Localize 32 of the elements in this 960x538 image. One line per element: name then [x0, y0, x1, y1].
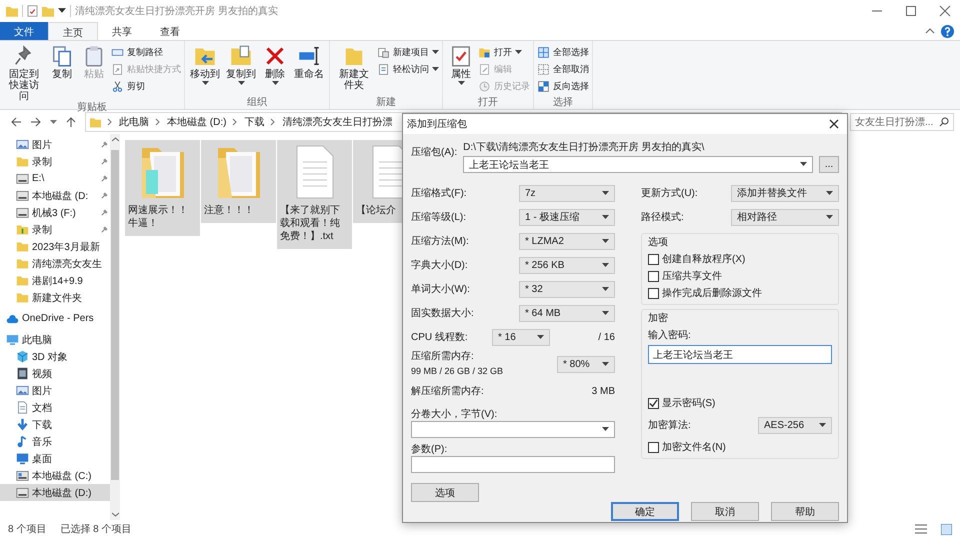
field-label: 更新方式(U): — [641, 186, 698, 200]
field-label: 输入密码: — [648, 328, 692, 342]
field-label: 压缩所需内存: — [411, 350, 475, 363]
group-label: 打开 — [477, 97, 499, 109]
field-label: 解压缩所需内存: — [411, 384, 484, 398]
group-label: 组织 — [246, 97, 268, 109]
file-name: 【来了就别下载和观看！纯免费！】.txt — [279, 204, 341, 243]
dialog-title: 添加到压缩包 — [407, 118, 467, 131]
window-title: 清纯漂亮女友生日打扮漂亮开房 男友拍的真实 — [75, 4, 278, 18]
memory-usage: 99 MB / 26 GB / 32 GB — [411, 365, 504, 378]
group-label: 新建 — [375, 97, 397, 109]
selection-count: 已选择 8 个项目 — [60, 522, 132, 536]
group-label: 选择 — [552, 97, 574, 109]
file-name: 注意！！！ — [203, 204, 255, 217]
field-label: CPU 线程数: — [411, 330, 468, 344]
field-label: 字典大小(D): — [411, 258, 468, 272]
item-count: 8 个项目 — [8, 523, 46, 536]
field-label: 压缩方法(M): — [411, 234, 469, 248]
field-label: 分卷大小，字节(V): — [411, 408, 498, 421]
group-label: 剪贴板 — [76, 102, 108, 114]
group-title: 选项 — [648, 236, 669, 249]
field-label: 参数(P): — [411, 442, 448, 456]
field-label: 路径模式: — [641, 210, 684, 224]
field-label: 固实数据大小: — [411, 306, 474, 320]
field-label: 单词大小(W): — [411, 282, 470, 296]
file-name: 网速展示！！牛逼！ — [127, 204, 189, 230]
archive-path: D:\下载\清纯漂亮女友生日打扮漂亮开房 男友拍的真实\ — [463, 140, 706, 154]
thread-count: / 16 — [597, 332, 615, 342]
memory-value: 3 MB — [592, 386, 615, 396]
group-title: 加密 — [648, 312, 669, 325]
field-label: 加密算法: — [648, 418, 691, 432]
file-name: 【论坛介 — [355, 204, 397, 217]
